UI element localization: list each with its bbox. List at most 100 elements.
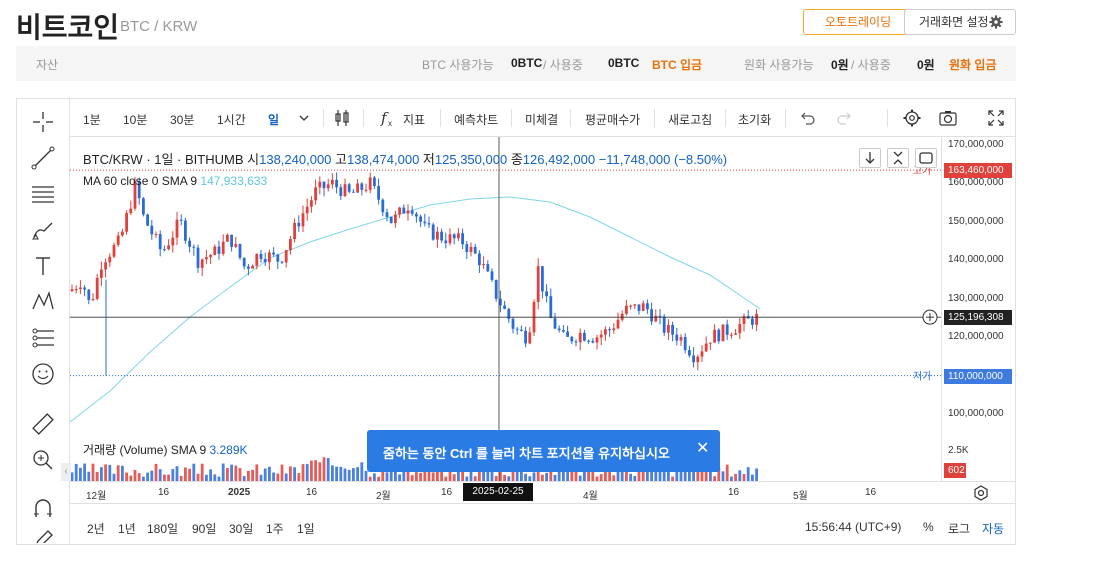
- volume-current-label: 602: [944, 463, 966, 478]
- auto-trading-button[interactable]: 오토트레이딩: [803, 9, 913, 35]
- chevron-down-icon[interactable]: [294, 108, 314, 128]
- interval-1h[interactable]: 1시간: [217, 111, 246, 128]
- range-1w[interactable]: 1주: [266, 520, 284, 537]
- candle-body: [402, 207, 406, 214]
- interval-30m[interactable]: 30분: [170, 111, 194, 128]
- volume-bar: [188, 468, 191, 481]
- function-icon[interactable]: fx: [378, 108, 398, 128]
- auto-toggle[interactable]: 자동: [982, 520, 1004, 537]
- candlestick-icon[interactable]: [332, 108, 352, 128]
- range-2y[interactable]: 2년: [87, 520, 105, 537]
- candle-body: [524, 330, 527, 344]
- range-1y[interactable]: 1년: [118, 520, 136, 537]
- interval-1m[interactable]: 1분: [83, 111, 101, 128]
- candle-body: [163, 249, 166, 251]
- volume-bar: [688, 471, 691, 481]
- crosshair-tool[interactable]: [30, 109, 56, 135]
- range-1d[interactable]: 1일: [297, 520, 315, 537]
- forecast-chart-button[interactable]: 예측차트: [454, 111, 498, 128]
- candle-body: [116, 235, 120, 245]
- candle-body: [444, 240, 448, 244]
- replace-button[interactable]: [915, 148, 937, 168]
- page-title: 비트코인: [16, 12, 120, 43]
- volume-bar: [70, 472, 74, 481]
- time-tick: 16: [865, 487, 877, 498]
- candle-body: [486, 264, 490, 272]
- axis-settings-icon[interactable]: [972, 484, 990, 502]
- volume-bar: [104, 464, 107, 481]
- brush-tool[interactable]: [30, 217, 56, 243]
- redo-icon[interactable]: [835, 108, 855, 128]
- range-30d[interactable]: 30일: [229, 520, 253, 537]
- toolbar-divider: [887, 109, 888, 127]
- fullscreen-icon[interactable]: [986, 108, 1006, 128]
- time-tick: 2월: [376, 491, 391, 502]
- zoom-in-tool[interactable]: [30, 447, 56, 473]
- camera-icon[interactable]: [938, 108, 958, 128]
- low-marker-text: 저가: [913, 371, 931, 383]
- prediction-tool[interactable]: [30, 325, 56, 351]
- volume-bar: [79, 467, 82, 481]
- candle-body: [503, 305, 506, 309]
- volume-bar: [738, 470, 742, 481]
- candle-body: [641, 303, 645, 311]
- volume-bar: [272, 472, 275, 481]
- ohlc-info: BTC/KRW · 1일 · BITHUMB 시138,240,000 고138…: [83, 149, 727, 168]
- candle-body: [238, 244, 242, 258]
- price-tick: 140,000,000: [948, 254, 1004, 266]
- candle-body: [377, 186, 380, 200]
- interval-10m[interactable]: 10분: [123, 111, 147, 128]
- reset-button[interactable]: 초기화: [738, 111, 771, 128]
- volume-bar: [364, 470, 368, 481]
- close-icon[interactable]: ✕: [696, 438, 709, 458]
- avg-price-button[interactable]: 평균매수가: [585, 111, 640, 128]
- fib-tool[interactable]: [30, 181, 56, 207]
- candle-body: [255, 253, 259, 266]
- price-tick: 120,000,000: [948, 331, 1004, 343]
- refresh-button[interactable]: 새로고침: [668, 111, 712, 128]
- smiley-icon: [32, 363, 54, 385]
- magnet-icon: [34, 499, 52, 517]
- btc-deposit-link[interactable]: BTC 입금: [652, 56, 702, 73]
- close-label: 종: [510, 152, 523, 167]
- krw-deposit-link[interactable]: 원화 입금: [949, 56, 997, 73]
- text-tool[interactable]: [30, 253, 56, 279]
- panel-toggle[interactable]: ‹: [61, 463, 71, 481]
- percent-toggle[interactable]: %: [923, 520, 934, 534]
- range-90d[interactable]: 90일: [192, 520, 216, 537]
- log-toggle[interactable]: 로그: [948, 520, 970, 537]
- screen-settings-button[interactable]: 거래화면 설정: [904, 9, 1016, 35]
- interval-day[interactable]: 일: [268, 111, 279, 128]
- volume-bar: [154, 463, 158, 481]
- candle-body: [562, 330, 565, 332]
- unfilled-orders-button[interactable]: 미체결: [525, 111, 558, 128]
- volume-bar: [146, 472, 149, 481]
- candle-body: [74, 289, 78, 291]
- undo-icon[interactable]: [797, 108, 817, 128]
- volume-bar: [746, 467, 750, 481]
- trend-line-tool[interactable]: [30, 145, 56, 171]
- indicator-button[interactable]: 지표: [403, 111, 425, 128]
- price-axis[interactable]: 170,000,000 160,000,000 150,000,000 140,000…: [941, 137, 1015, 481]
- magnet-tool[interactable]: [30, 495, 56, 521]
- volume-bar: [356, 467, 359, 481]
- pencil-tool[interactable]: [30, 527, 56, 543]
- collapse-button[interactable]: [887, 148, 909, 168]
- scroll-down-button[interactable]: [859, 148, 881, 168]
- volume-bar: [431, 472, 435, 481]
- time-axis[interactable]: 2025-02-25 12월 16 2025 16 2월 16 4월 16 5월 16: [70, 481, 1015, 503]
- gear-icon[interactable]: [902, 108, 922, 128]
- ruler-tool[interactable]: [30, 411, 56, 437]
- candle-body: [364, 189, 368, 191]
- volume-bar: [196, 473, 200, 481]
- volume-bar: [87, 471, 91, 481]
- pattern-tool[interactable]: [30, 289, 56, 315]
- volume-bar: [696, 471, 700, 481]
- candle-body: [318, 181, 322, 188]
- emoji-tool[interactable]: [30, 361, 56, 387]
- range-180d[interactable]: 180일: [147, 520, 178, 537]
- volume-bar: [583, 470, 586, 481]
- candle-body: [83, 287, 86, 290]
- volume-bar: [352, 468, 355, 481]
- candle-body: [436, 231, 439, 240]
